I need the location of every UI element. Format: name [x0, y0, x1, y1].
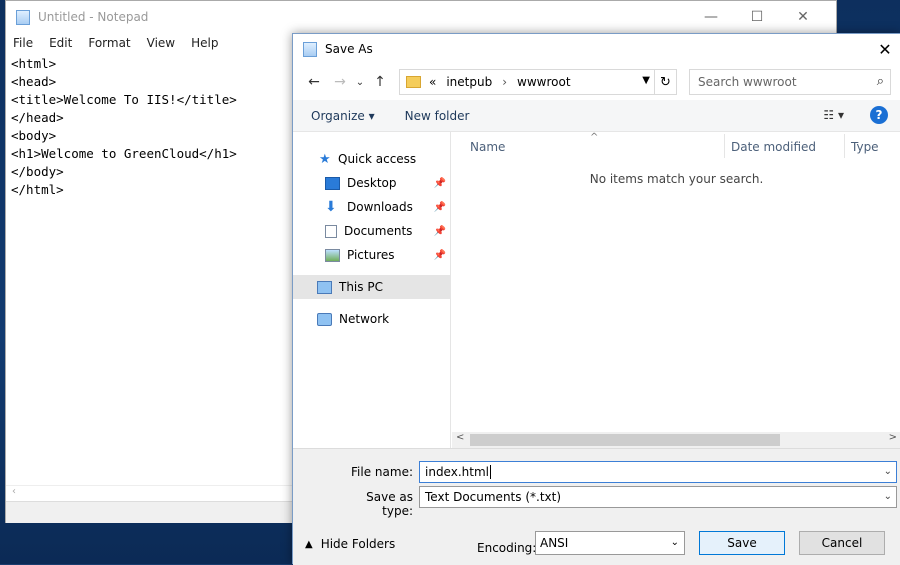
file-list: Name ^ Date modified Type No items match… — [452, 132, 900, 448]
sidebar-item-label: Downloads — [347, 200, 413, 214]
save-as-type-value[interactable]: Text Documents (*.txt) — [425, 490, 561, 504]
sidebar-item-label: Network — [339, 312, 390, 326]
sidebar-item-desktop[interactable]: Desktop 📌 — [293, 171, 450, 195]
sidebar-item-network[interactable]: Network — [293, 307, 450, 331]
sidebar-item-label: Quick access — [338, 152, 417, 166]
file-name-value[interactable]: index.html — [425, 465, 489, 479]
file-list-horizontal-scrollbar[interactable]: < > — [452, 432, 900, 448]
new-folder-button[interactable]: New folder — [405, 109, 470, 123]
dialog-toolbar: Organize ▾ New folder ☷ ▾ ? — [293, 100, 900, 132]
pin-icon[interactable]: 📌 — [434, 202, 446, 213]
breadcrumb-inetpub[interactable]: inetpub — [446, 75, 492, 89]
minimize-button[interactable]: — — [688, 1, 734, 33]
desktop-icon — [325, 176, 340, 190]
back-button[interactable]: ← — [301, 69, 327, 95]
search-input[interactable]: Search wwwroot — [698, 75, 797, 89]
column-separator[interactable] — [844, 134, 845, 158]
organize-button[interactable]: Organize ▾ — [311, 109, 375, 123]
refresh-button[interactable]: ↻ — [654, 70, 676, 94]
notepad-icon — [16, 9, 30, 25]
dialog-icon — [303, 41, 317, 57]
document-icon — [325, 224, 337, 238]
sort-arrow-icon: ^ — [590, 132, 599, 143]
breadcrumb-wwwroot[interactable]: wwwroot — [517, 75, 571, 89]
download-icon: ⬇ — [325, 199, 337, 215]
dialog-titlebar: Save As ✕ — [293, 34, 900, 64]
column-header-date-modified[interactable]: Date modified — [731, 136, 816, 158]
menu-view[interactable]: View — [147, 36, 175, 50]
search-icon: ⌕ — [876, 74, 884, 89]
sidebar-item-documents[interactable]: Documents 📌 — [293, 219, 450, 243]
chevron-up-icon: ▲ — [305, 538, 313, 550]
scrollbar-thumb[interactable] — [470, 434, 780, 446]
address-prefix[interactable]: « — [429, 75, 436, 89]
help-button[interactable]: ? — [870, 106, 888, 124]
network-icon — [317, 312, 332, 326]
sidebar-item-label: This PC — [339, 280, 383, 294]
empty-message: No items match your search. — [589, 172, 764, 186]
menu-file[interactable]: File — [13, 36, 33, 50]
notepad-title: Untitled - Notepad — [38, 10, 149, 24]
pin-icon[interactable]: 📌 — [434, 250, 446, 261]
text-cursor — [489, 465, 491, 479]
computer-icon — [317, 280, 332, 294]
sidebar-item-pictures[interactable]: Pictures 📌 — [293, 243, 450, 267]
address-bar[interactable]: « inetpub › wwwroot ▼ ↻ — [399, 69, 677, 95]
file-name-field[interactable]: index.html ⌄ — [419, 461, 897, 483]
search-box[interactable]: Search wwwroot ⌕ — [689, 69, 891, 95]
encoding-select[interactable]: ANSI ⌄ — [535, 531, 685, 555]
sidebar-item-downloads[interactable]: ⬇ Downloads 📌 — [293, 195, 450, 219]
hide-folders-button[interactable]: ▲ Hide Folders — [305, 537, 395, 551]
save-button[interactable]: Save — [699, 531, 785, 555]
chevron-down-icon[interactable]: ⌄ — [671, 537, 679, 548]
picture-icon — [325, 248, 340, 262]
save-as-dialog: Save As ✕ ← → ⌄ ↑ « inetpub › wwwroot ▼ … — [292, 33, 900, 565]
close-button[interactable]: ✕ — [780, 1, 826, 33]
chevron-down-icon[interactable]: ▼ — [642, 75, 650, 86]
breadcrumb-separator[interactable]: › — [502, 75, 507, 89]
menu-edit[interactable]: Edit — [49, 36, 72, 50]
forward-button[interactable]: → — [327, 69, 353, 95]
view-options-icon[interactable]: ☷ ▾ — [823, 108, 844, 122]
notepad-horizontal-scrollbar[interactable]: ‹ — [6, 485, 306, 501]
column-separator[interactable] — [724, 134, 725, 158]
menu-format[interactable]: Format — [88, 36, 130, 50]
encoding-label: Encoding: — [477, 541, 537, 555]
scroll-right-icon[interactable]: > — [889, 432, 897, 443]
chevron-down-icon[interactable]: ⌄ — [884, 466, 892, 477]
dialog-browser-area: ★ Quick access Desktop 📌 ⬇ Downloads 📌 D… — [293, 132, 900, 448]
pin-icon[interactable]: 📌 — [434, 178, 446, 189]
save-fields-panel: File name: index.html ⌄ Save as type: Te… — [293, 448, 900, 565]
sidebar-item-this-pc[interactable]: This PC — [293, 275, 450, 299]
hide-folders-label: Hide Folders — [320, 537, 396, 551]
save-as-type-label: Save as type: — [366, 490, 413, 518]
sidebar-item-label: Desktop — [347, 176, 397, 190]
folder-icon — [406, 76, 421, 88]
chevron-down-icon[interactable]: ⌄ — [884, 491, 892, 502]
recent-locations-button[interactable]: ⌄ — [353, 69, 367, 95]
cancel-button[interactable]: Cancel — [799, 531, 885, 555]
pin-icon[interactable]: 📌 — [434, 226, 446, 237]
sidebar-item-label: Documents — [344, 224, 413, 238]
sidebar-item-quick-access[interactable]: ★ Quick access — [293, 147, 450, 171]
star-icon: ★ — [319, 151, 331, 167]
up-button[interactable]: ↑ — [367, 69, 393, 95]
dialog-close-button[interactable]: ✕ — [870, 34, 900, 64]
encoding-value[interactable]: ANSI — [540, 536, 568, 550]
dialog-title: Save As — [325, 42, 373, 56]
menu-help[interactable]: Help — [191, 36, 218, 50]
navigation-pane: ★ Quick access Desktop 📌 ⬇ Downloads 📌 D… — [293, 132, 451, 448]
column-header-type[interactable]: Type — [851, 136, 879, 158]
maximize-button[interactable]: ☐ — [734, 1, 780, 33]
save-as-type-select[interactable]: Text Documents (*.txt) ⌄ — [419, 486, 897, 508]
address-row: ← → ⌄ ↑ « inetpub › wwwroot ▼ ↻ Search w… — [293, 64, 900, 100]
sidebar-item-label: Pictures — [347, 248, 395, 262]
scroll-left-icon[interactable]: < — [456, 432, 464, 443]
file-name-label: File name: — [351, 465, 413, 479]
notepad-window-controls: — ☐ ✕ — [688, 1, 826, 33]
column-header-name[interactable]: Name — [470, 136, 505, 158]
